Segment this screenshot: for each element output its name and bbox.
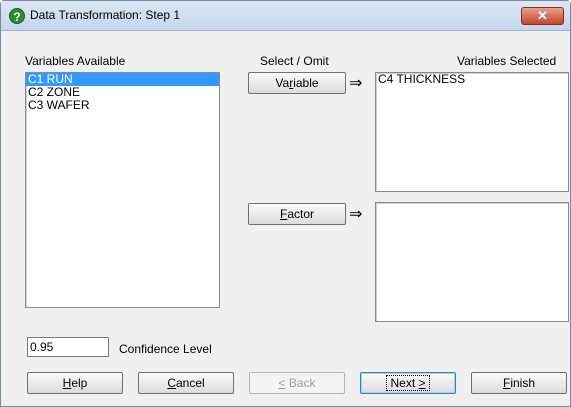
help-button[interactable]: Help bbox=[27, 372, 123, 394]
next-button-pre: Next bbox=[390, 376, 419, 390]
finish-button-post: inish bbox=[510, 376, 536, 390]
factor-arrow-icon: ⇒ bbox=[349, 206, 363, 223]
factor-button[interactable]: Factor bbox=[248, 203, 346, 225]
confidence-level-input[interactable]: 0.95 bbox=[27, 337, 109, 357]
selected-factor-list[interactable] bbox=[375, 202, 569, 322]
next-button-focus: Next > bbox=[386, 375, 430, 391]
selected-variable-list[interactable]: C4 THICKNESS bbox=[375, 72, 569, 192]
variables-available-label: Variables Available bbox=[25, 54, 126, 68]
list-item[interactable]: C3 WAFER bbox=[26, 99, 219, 112]
dialog-window: ? Data Transformation: Step 1 ✕ Variable… bbox=[0, 0, 571, 407]
help-button-post: elp bbox=[71, 376, 88, 390]
variable-arrow-icon: ⇒ bbox=[349, 75, 363, 92]
back-button[interactable]: < Back bbox=[249, 372, 345, 394]
list-item[interactable]: C4 THICKNESS bbox=[376, 73, 568, 86]
cancel-button[interactable]: Cancel bbox=[138, 372, 234, 394]
back-button-post: Back bbox=[285, 376, 316, 390]
next-button[interactable]: Next > bbox=[360, 372, 456, 394]
cancel-button-accel: C bbox=[167, 376, 176, 390]
title-bar[interactable]: ? Data Transformation: Step 1 ✕ bbox=[1, 1, 570, 31]
variable-button-pre: Va bbox=[275, 76, 290, 90]
select-omit-label: Select / Omit bbox=[260, 54, 329, 68]
back-button-accel: < bbox=[278, 376, 286, 390]
next-button-accel: > bbox=[418, 376, 426, 390]
variable-button-post: iable bbox=[293, 76, 319, 90]
window-title: Data Transformation: Step 1 bbox=[30, 8, 181, 22]
help-question-icon: ? bbox=[9, 8, 25, 24]
factor-button-post: actor bbox=[287, 207, 315, 221]
variables-selected-label: Variables Selected bbox=[457, 54, 557, 68]
confidence-level-label: Confidence Level bbox=[119, 342, 212, 356]
cancel-button-post: ancel bbox=[175, 376, 205, 390]
finish-button[interactable]: Finish bbox=[471, 372, 567, 394]
variable-button[interactable]: Variable bbox=[248, 72, 346, 94]
variables-available-list[interactable]: C1 RUN C2 ZONE C3 WAFER bbox=[25, 72, 220, 308]
close-button[interactable]: ✕ bbox=[521, 7, 564, 25]
